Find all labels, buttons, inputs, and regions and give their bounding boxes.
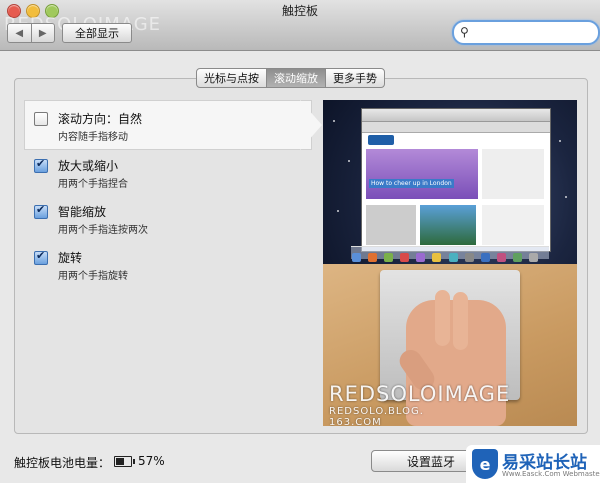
dock-app-icon xyxy=(480,253,490,262)
dock-app-icon xyxy=(464,253,474,262)
dock-app-icon xyxy=(512,253,522,262)
gesture-preview-video: How to cheer up in London REDSOLOIMAGE R… xyxy=(323,100,577,426)
tab-point-and-click[interactable]: 光标与点按 xyxy=(197,69,266,87)
star-dot xyxy=(559,140,561,142)
site-logo-shield-icon: e xyxy=(472,449,498,479)
preview-dock xyxy=(351,246,549,281)
star-dot xyxy=(337,210,339,212)
option-title: 智能缩放 xyxy=(58,205,107,219)
browser-hero-caption: How to cheer up in London xyxy=(369,179,454,188)
browser-thumbnail xyxy=(420,205,476,245)
browser-toolbar xyxy=(362,122,550,133)
search-input[interactable] xyxy=(474,24,588,41)
battery-label: 触控板电池电量： xyxy=(14,456,111,470)
tab-scroll-and-zoom[interactable]: 滚动缩放 xyxy=(266,69,325,87)
back-arrow-icon: ◀ xyxy=(15,27,24,39)
dock-app-icon xyxy=(384,253,394,262)
finger-middle xyxy=(453,292,468,350)
selection-pointer-arrow xyxy=(300,100,322,150)
zoom-in-out-checkbox[interactable] xyxy=(34,157,48,173)
dock-app-icon xyxy=(368,253,378,262)
tab-bar: 光标与点按 滚动缩放 更多手势 xyxy=(196,68,385,88)
dock-app-icon xyxy=(400,253,410,262)
preview-watermark: REDSOLOIMAGE xyxy=(329,382,511,406)
forward-arrow-icon: ▶ xyxy=(38,27,47,39)
browser-thumbnail xyxy=(366,205,416,245)
preview-watermark-sub: REDSOLO.BLOG. 163.COM xyxy=(329,406,424,426)
battery-level-fill xyxy=(116,458,124,465)
finger-index xyxy=(435,290,450,346)
option-subtitle: 用两个手指连按两次 xyxy=(58,225,148,236)
site-brand-logo xyxy=(368,135,394,145)
dock-app-icon xyxy=(352,253,361,262)
dock-app-icon xyxy=(432,253,442,262)
browser-titlebar xyxy=(362,109,550,122)
smart-zoom-checkbox[interactable] xyxy=(34,203,48,219)
show-all-button[interactable]: 全部显示 xyxy=(62,23,132,43)
browser-thumbnail xyxy=(482,205,544,245)
battery-icon xyxy=(114,456,135,467)
preview-browser-window: How to cheer up in London xyxy=(361,108,551,252)
browser-sidebar xyxy=(482,149,544,199)
window-titlebar: 触控板 REDSOLOIMAGE ◀ ▶ 全部显示 ⚲ xyxy=(0,0,600,51)
dock-app-icon xyxy=(448,253,458,262)
back-button[interactable]: ◀ xyxy=(8,24,31,42)
nav-back-forward: ◀ ▶ xyxy=(7,23,55,43)
tab-more-gestures[interactable]: 更多手势 xyxy=(325,69,384,87)
dock-app-icon xyxy=(496,253,506,262)
option-title: 放大或缩小 xyxy=(58,159,119,173)
option-subtitle: 用两个手指旋转 xyxy=(58,271,128,282)
star-dot xyxy=(348,160,350,162)
option-subtitle: 用两个手指捏合 xyxy=(58,179,128,190)
browser-hero-image: How to cheer up in London xyxy=(366,149,478,199)
preview-watermark-sub-line: REDSOLO.BLOG. xyxy=(329,406,424,417)
option-title: 滚动方向：自然 xyxy=(58,112,143,126)
forward-button[interactable]: ▶ xyxy=(30,24,55,42)
option-subtitle: 内容随手指移动 xyxy=(58,132,128,143)
site-logo-watermark: e 易采站长站 Www.Easck.Com Webmaster xyxy=(466,445,600,483)
preview-desktop: How to cheer up in London xyxy=(323,100,577,281)
scroll-direction-checkbox[interactable] xyxy=(34,112,48,126)
search-field[interactable]: ⚲ xyxy=(452,20,600,45)
preview-watermark-sub-line: 163.COM xyxy=(329,417,382,426)
option-title: 旋转 xyxy=(58,251,83,265)
search-icon: ⚲ xyxy=(460,25,469,39)
site-logo-url: Www.Easck.Com Webmaster xyxy=(502,470,600,478)
star-dot xyxy=(565,196,567,198)
dock-app-icon xyxy=(416,253,426,262)
rotate-checkbox[interactable] xyxy=(34,249,48,265)
star-dot xyxy=(333,120,335,122)
battery-percentage: 57% xyxy=(138,454,165,468)
dock-app-icon xyxy=(529,253,539,262)
